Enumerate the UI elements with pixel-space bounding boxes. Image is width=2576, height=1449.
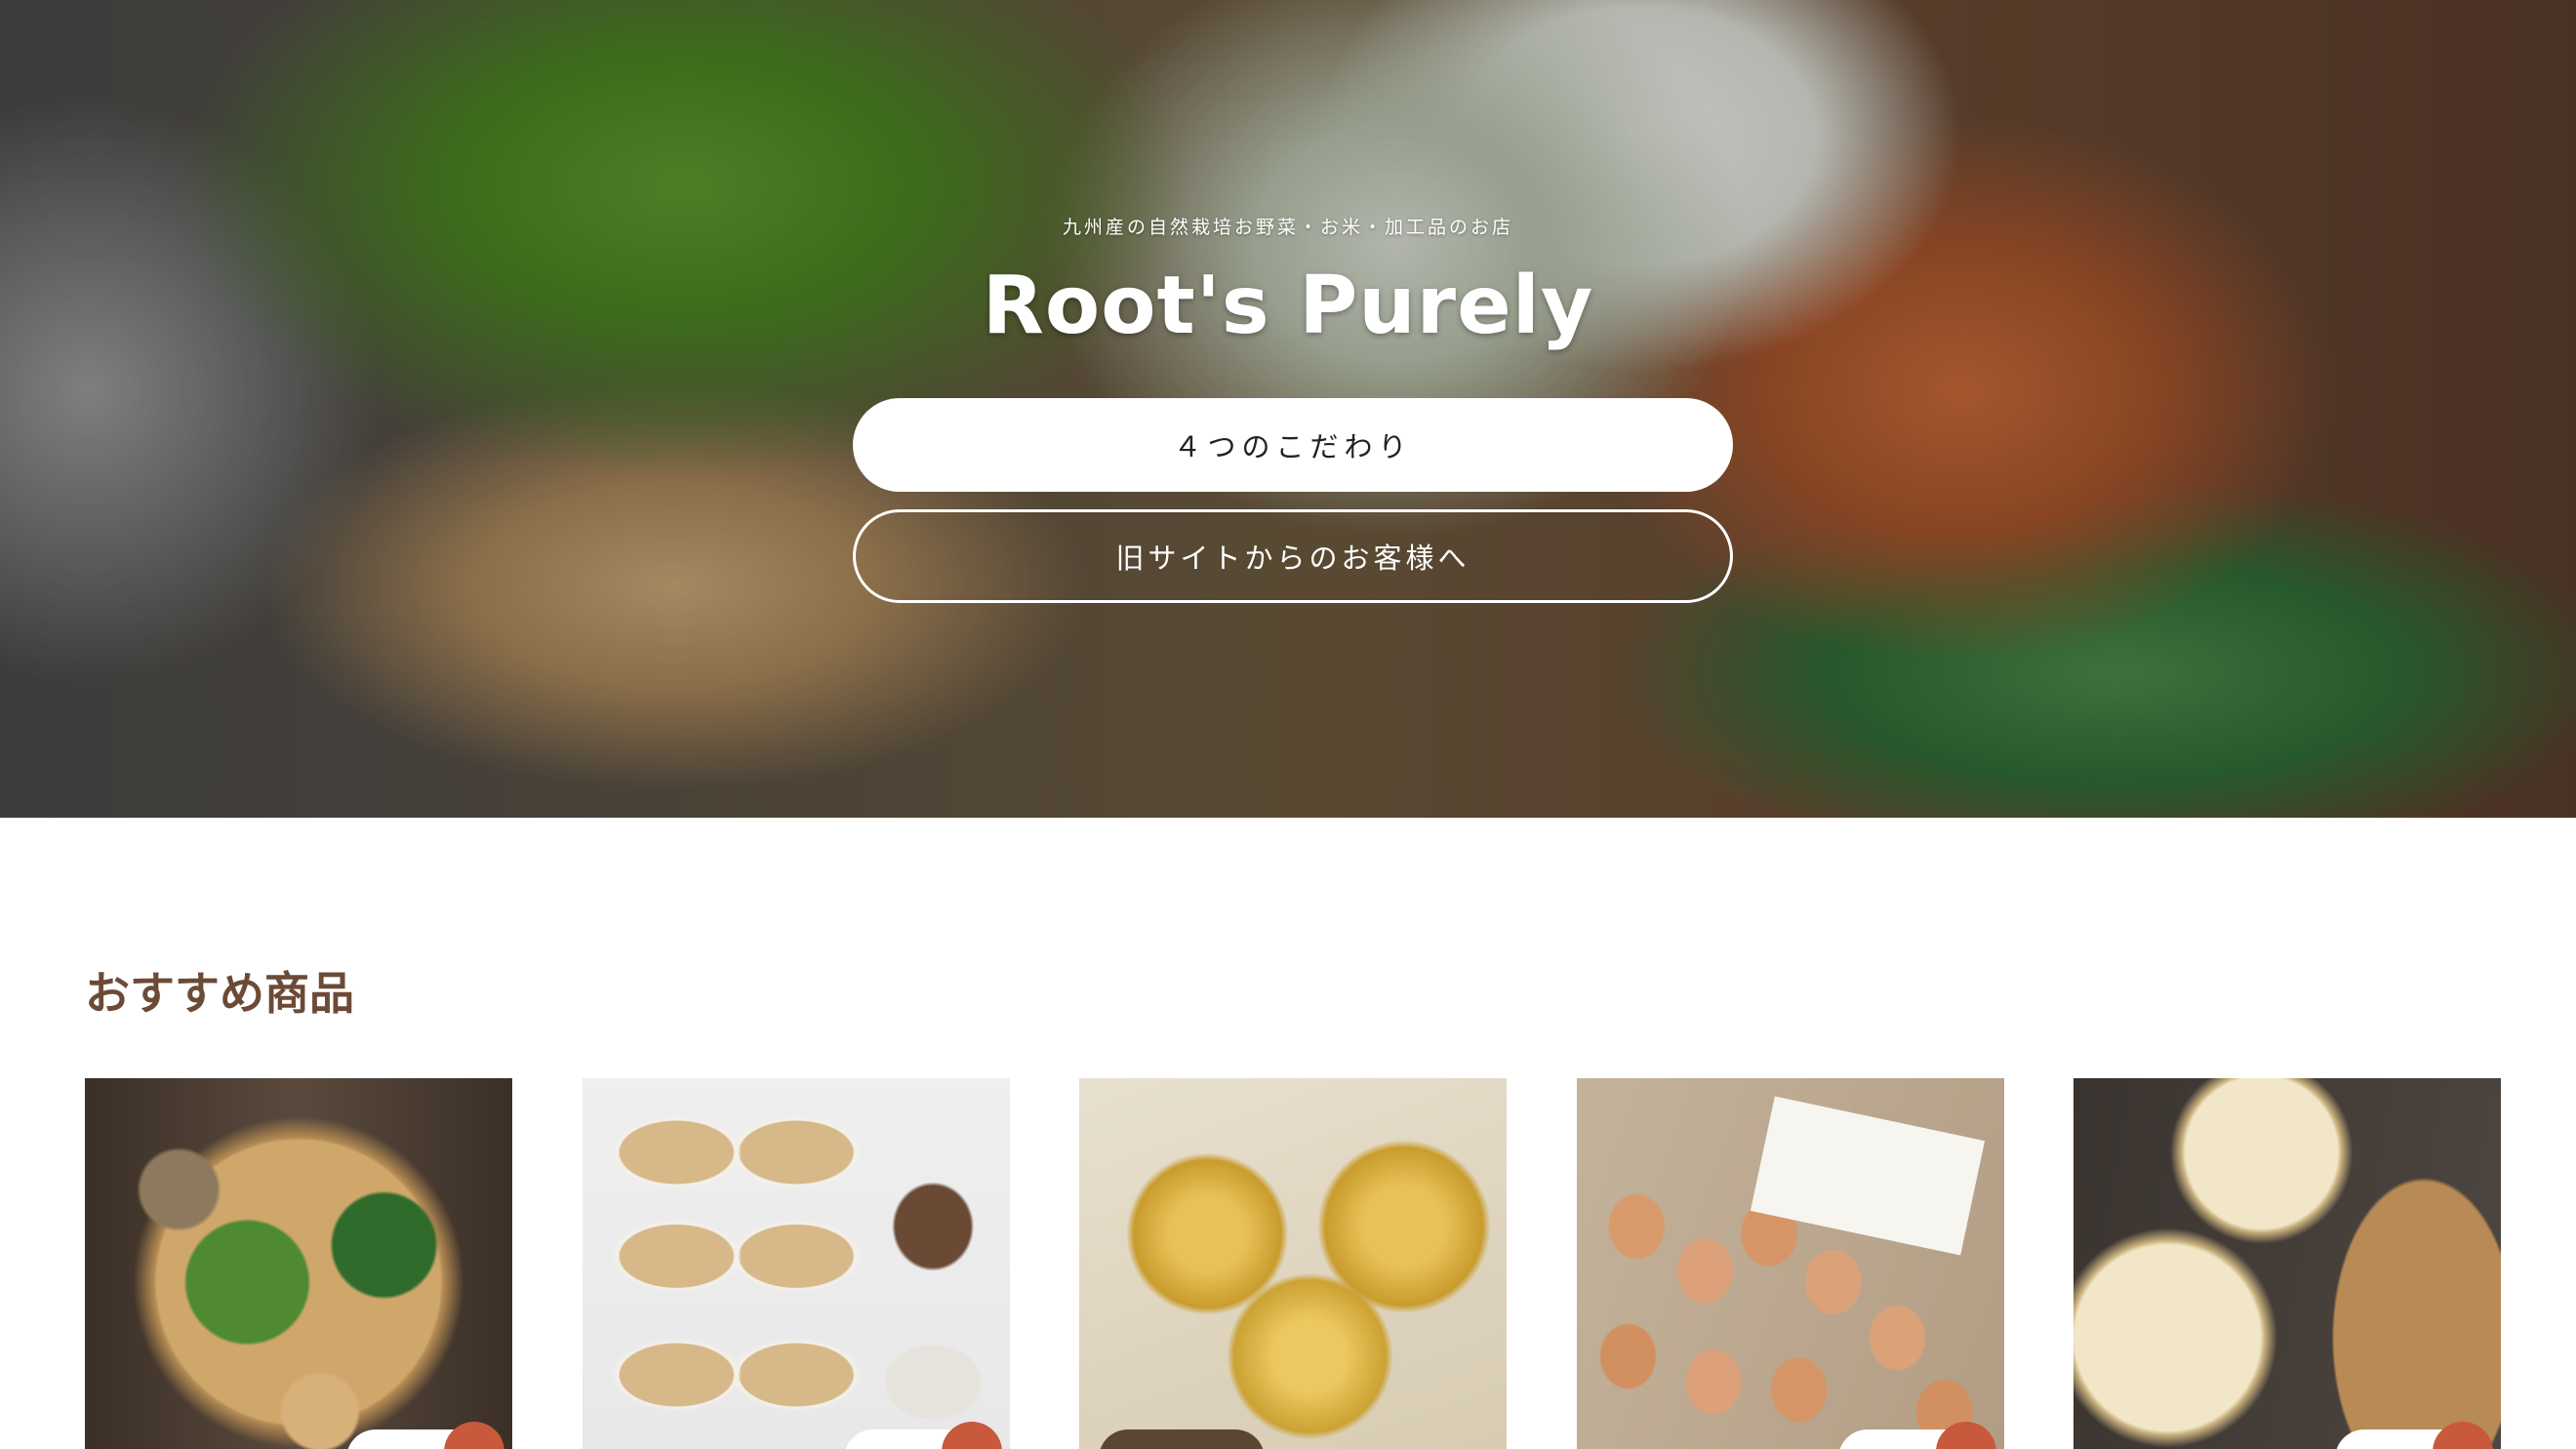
hero-banner: 九州産の自然栽培お野菜・お米・加工品のお店 Root's Purely ４つのこ…	[0, 0, 2576, 818]
product-list	[85, 1078, 2505, 1449]
product-image	[1079, 1078, 1507, 1449]
product-card[interactable]	[2073, 1078, 2501, 1449]
product-badge	[1099, 1429, 1265, 1449]
product-image	[583, 1078, 1010, 1449]
product-image	[85, 1078, 512, 1449]
product-card[interactable]	[85, 1078, 512, 1449]
commitments-button[interactable]: ４つのこだわり	[853, 398, 1733, 492]
site-title: Root's Purely	[982, 260, 1594, 352]
recommended-products-heading: おすすめ商品	[85, 967, 354, 1020]
product-card[interactable]	[1577, 1078, 2004, 1449]
old-site-customers-button[interactable]: 旧サイトからのお客様へ	[853, 509, 1733, 603]
product-image	[1577, 1078, 2004, 1449]
product-image	[2073, 1078, 2501, 1449]
product-card[interactable]	[1079, 1078, 1507, 1449]
hero-tagline: 九州産の自然栽培お野菜・お米・加工品のお店	[1062, 217, 1513, 238]
product-card[interactable]	[583, 1078, 1010, 1449]
